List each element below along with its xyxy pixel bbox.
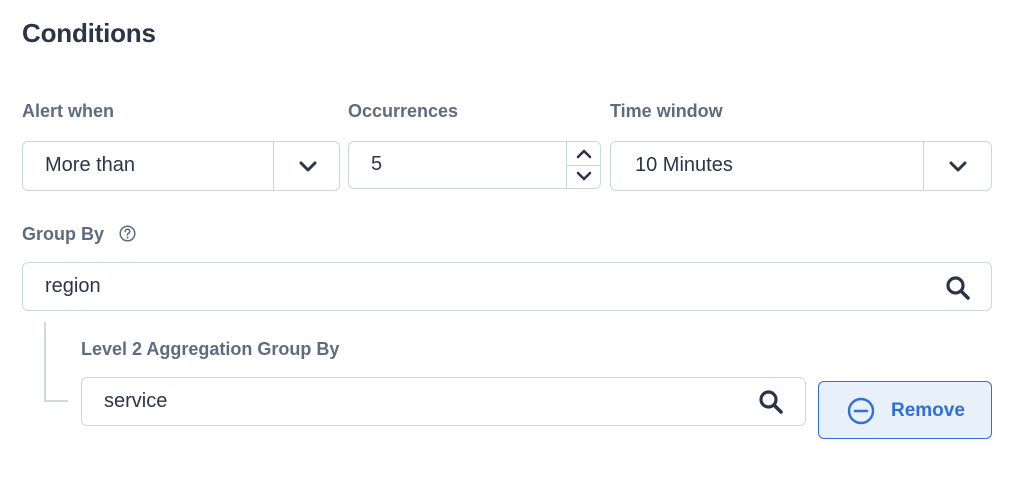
time-window-select[interactable]: 10 Minutes bbox=[610, 141, 992, 191]
search-icon[interactable] bbox=[758, 389, 784, 415]
remove-button-label: Remove bbox=[891, 400, 965, 421]
chevron-down-icon[interactable] bbox=[576, 171, 592, 182]
occurrences-label: Occurrences bbox=[348, 101, 459, 121]
tree-connector bbox=[44, 322, 68, 402]
search-icon[interactable] bbox=[945, 275, 971, 301]
group-by-label-text: Group By bbox=[22, 224, 105, 244]
alert-when-select[interactable]: More than bbox=[22, 141, 340, 191]
stepper-divider bbox=[567, 165, 600, 166]
time-window-value: 10 Minutes bbox=[635, 154, 733, 176]
remove-button[interactable]: Remove bbox=[818, 381, 992, 439]
occurrences-input[interactable]: 5 bbox=[348, 141, 601, 189]
level2-label: Level 2 Aggregation Group By bbox=[81, 339, 340, 359]
page-title: Conditions bbox=[22, 18, 156, 48]
level2-input[interactable]: service bbox=[81, 377, 806, 426]
select-divider bbox=[273, 142, 274, 190]
alert-when-value: More than bbox=[45, 154, 136, 176]
select-divider bbox=[923, 142, 924, 190]
group-by-value: region bbox=[45, 275, 101, 297]
help-circle-icon[interactable] bbox=[119, 225, 136, 242]
minus-circle-icon bbox=[847, 397, 875, 425]
chevron-down-icon[interactable] bbox=[299, 161, 317, 173]
quantity-stepper[interactable] bbox=[566, 142, 600, 188]
group-by-label: Group By bbox=[22, 224, 136, 245]
alert-when-label: Alert when bbox=[22, 101, 115, 121]
level2-value: service bbox=[104, 390, 168, 412]
occurrences-value: 5 bbox=[371, 153, 383, 175]
group-by-input[interactable]: region bbox=[22, 262, 992, 311]
chevron-down-icon[interactable] bbox=[949, 161, 967, 173]
chevron-up-icon[interactable] bbox=[576, 148, 592, 159]
time-window-label: Time window bbox=[610, 101, 723, 121]
